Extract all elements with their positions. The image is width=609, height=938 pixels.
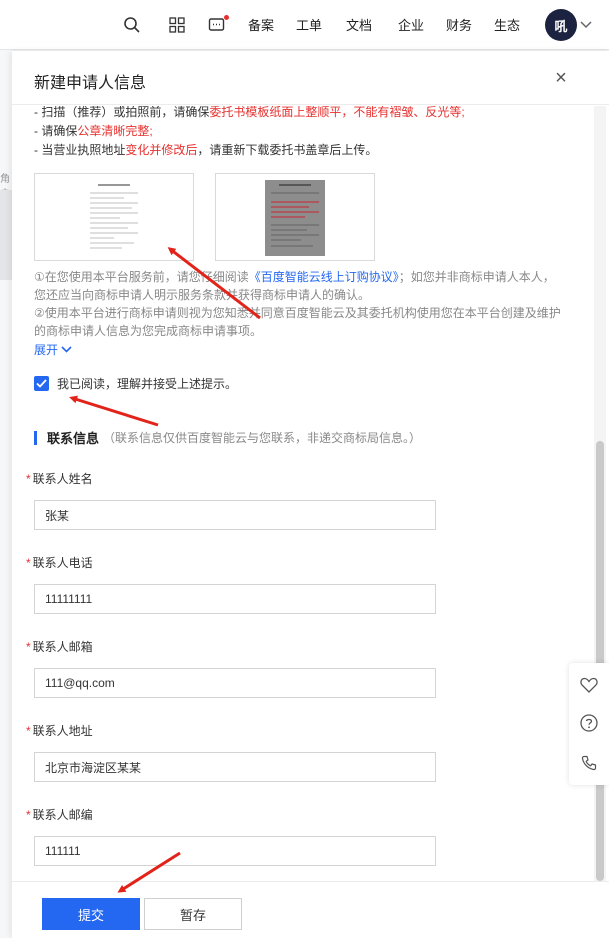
nav-docs[interactable]: 文档 <box>346 15 372 34</box>
close-icon[interactable]: × <box>550 67 572 89</box>
submit-button[interactable]: 提交 <box>42 898 140 930</box>
dialog-header: 新建申请人信息 × <box>12 51 609 105</box>
scrollbar-thumb[interactable] <box>596 441 604 881</box>
agree-checkbox[interactable] <box>34 376 49 391</box>
expand-toggle[interactable]: 展开 <box>34 341 72 358</box>
save-draft-button[interactable]: 暂存 <box>144 898 242 930</box>
notification-dot <box>224 15 229 20</box>
check-icon <box>36 379 47 388</box>
sample-image-error[interactable] <box>215 173 375 261</box>
dialog-body[interactable]: - 扫描（推荐）或拍照前，请确保委托书模板纸面上整顺平，不能有褶皱、反光等; -… <box>12 106 609 886</box>
avatar[interactable]: 吼 <box>545 9 577 41</box>
contact-postcode-input[interactable] <box>34 836 436 866</box>
terms-line-1: ①在您使用本平台服务前，请您仔细阅读《百度智能云线上订购协议》；如您并非商标申请… <box>34 270 555 284</box>
side-toolbar <box>569 663 609 785</box>
nav-finance[interactable]: 财务 <box>446 15 472 34</box>
contact-phone-input[interactable] <box>34 584 436 614</box>
notice-line-3: - 当营业执照地址变化并修改后，请重新下载委托书盖章后上传。 <box>34 143 378 157</box>
terms-line-4: 的商标申请人信息为您完成商标申请事项。 <box>34 324 263 338</box>
document-preview-icon <box>265 180 325 256</box>
contact-email-input[interactable] <box>34 668 436 698</box>
search-icon[interactable] <box>121 14 143 36</box>
notice-line-1: - 扫描（推荐）或拍照前，请确保委托书模板纸面上整顺平，不能有褶皱、反光等; <box>34 106 465 119</box>
dialog-footer: 提交 暂存 <box>12 881 609 938</box>
expand-label: 展开 <box>34 343 59 357</box>
notice-line-2: - 请确保公章清晰完整; <box>34 124 153 138</box>
dialog-title: 新建申请人信息 <box>34 75 147 92</box>
grid-icon[interactable] <box>166 14 188 36</box>
field-label-name: * 联系人姓名 <box>26 472 93 486</box>
phone-icon[interactable] <box>579 753 599 773</box>
heart-icon[interactable] <box>579 675 599 695</box>
field-label-address: * 联系人地址 <box>26 724 93 738</box>
chevron-down-icon[interactable] <box>575 14 597 36</box>
background-page: 角户 <box>0 50 12 938</box>
agreement-link[interactable]: 《百度智能云线上订购协议》 <box>249 270 399 284</box>
document-preview-icon <box>84 180 144 256</box>
field-label-email: * 联系人邮箱 <box>26 640 93 654</box>
help-icon[interactable] <box>579 713 599 733</box>
agree-label: 我已阅读，理解并接受上述提示。 <box>57 377 238 391</box>
sample-image-clean[interactable] <box>34 173 194 261</box>
section-accent-bar <box>34 430 37 445</box>
background-block <box>0 190 12 280</box>
field-label-phone: * 联系人电话 <box>26 556 93 570</box>
applicant-dialog: 新建申请人信息 × - 扫描（推荐）或拍照前，请确保委托书模板纸面上整顺平，不能… <box>12 51 609 938</box>
section-contact-title: 联系信息 （联系信息仅供百度智能云与您联系，非递交商标局信息。） <box>34 428 421 447</box>
contact-address-input[interactable] <box>34 752 436 782</box>
terms-line-3: ②使用本平台进行商标申请则视为您知悉并同意百度智能云及其委托机构使用您在本平台创… <box>34 306 561 320</box>
nav-beian[interactable]: 备案 <box>248 15 274 34</box>
top-navigation-bar: 备案 工单 文档 企业 财务 生态 吼 <box>0 0 609 50</box>
nav-workorder[interactable]: 工单 <box>296 15 322 34</box>
agree-checkbox-row[interactable]: 我已阅读，理解并接受上述提示。 <box>34 375 237 392</box>
field-label-postcode: * 联系人邮编 <box>26 808 93 822</box>
nav-ecosystem[interactable]: 生态 <box>494 15 520 34</box>
nav-enterprise[interactable]: 企业 <box>398 15 424 34</box>
terms-line-2: 您还应当向商标申请人明示服务条款并获得商标申请人的确认。 <box>34 288 371 302</box>
chevron-down-icon <box>61 346 72 353</box>
contact-name-input[interactable] <box>34 500 436 530</box>
